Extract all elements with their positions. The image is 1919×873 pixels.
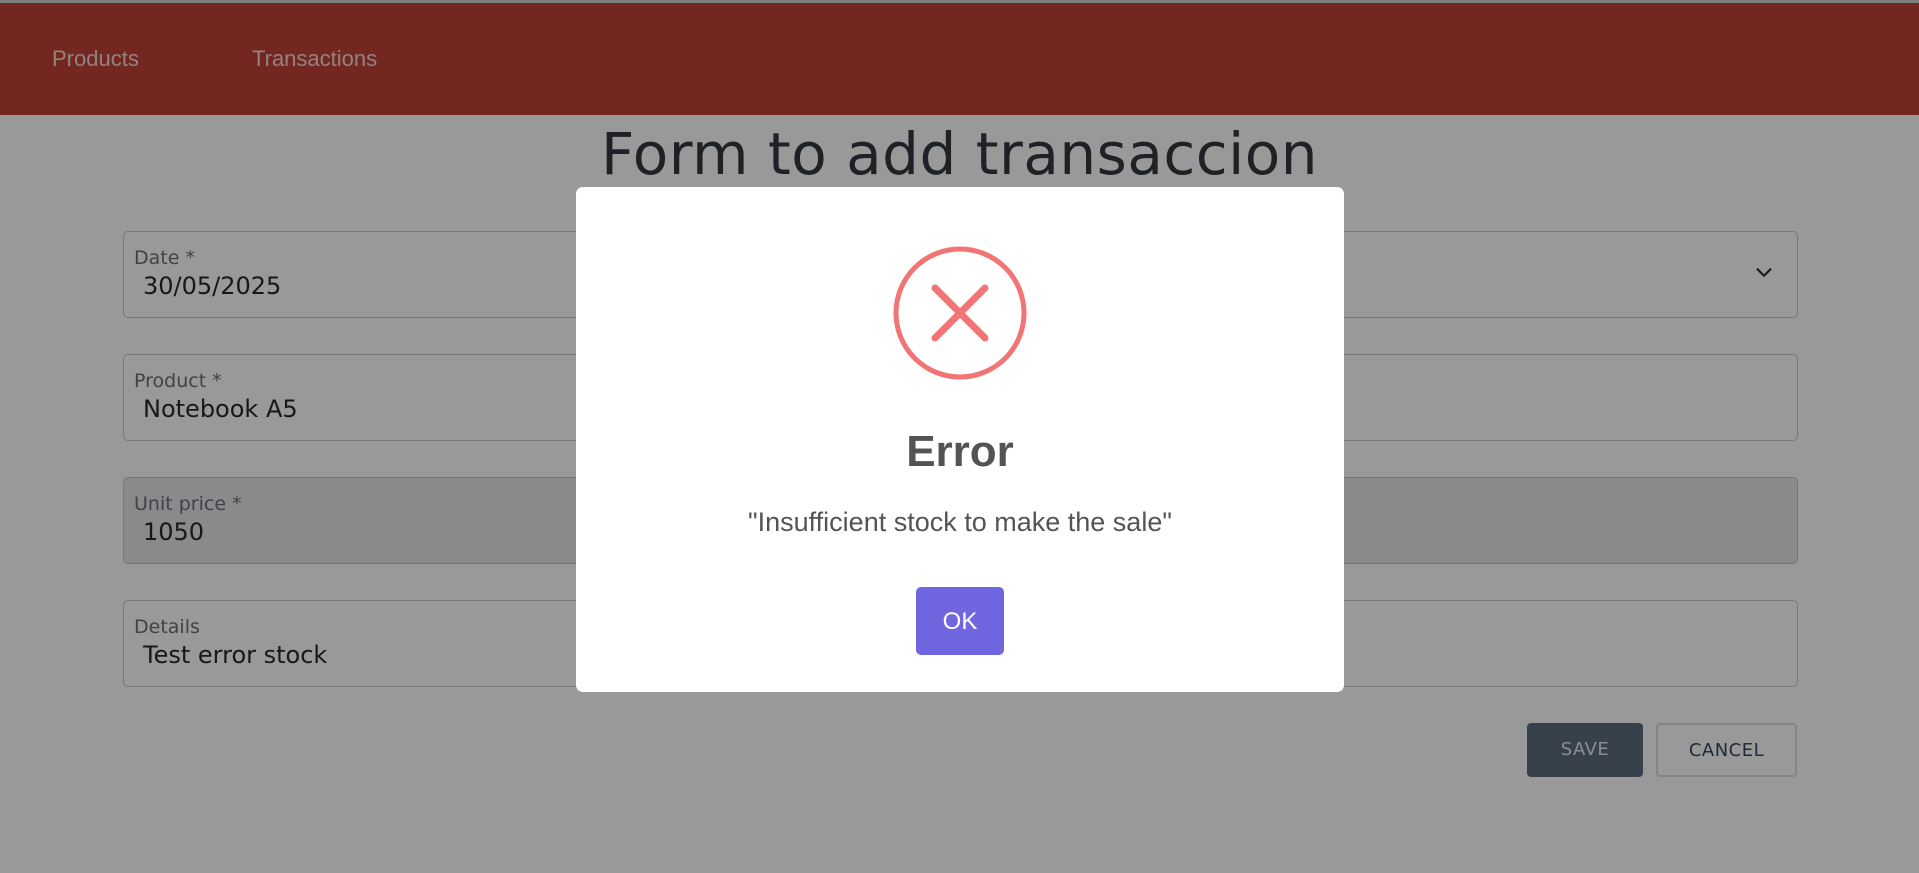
- dialog-message: "Insufficient stock to make the sale": [748, 507, 1172, 537]
- error-x-circle-icon: [893, 246, 1027, 380]
- error-dialog: Error "Insufficient stock to make the sa…: [576, 187, 1344, 692]
- ok-button[interactable]: OK: [916, 587, 1004, 655]
- dialog-title: Error: [906, 427, 1014, 476]
